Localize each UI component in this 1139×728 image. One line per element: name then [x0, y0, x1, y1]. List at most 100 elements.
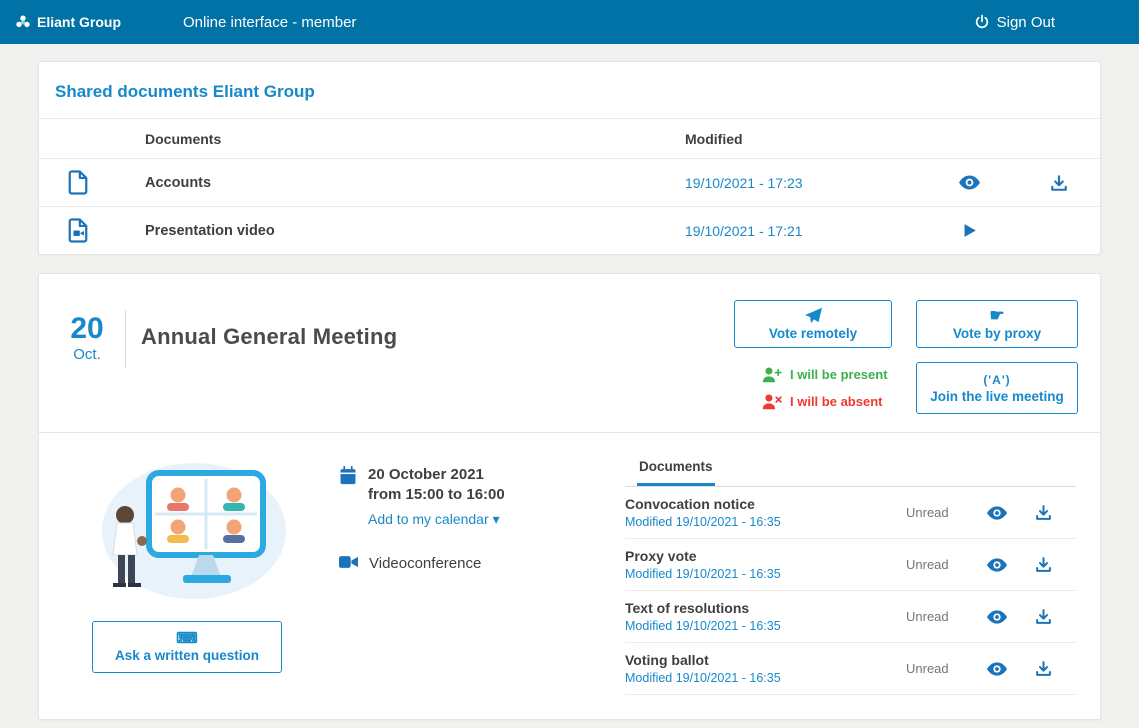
caret-down-icon: ▾ — [493, 511, 500, 528]
view-document-button[interactable] — [984, 658, 1010, 680]
column-header-modified: Modified — [685, 131, 956, 147]
status-badge: Unread — [906, 557, 984, 572]
person-add-icon — [762, 366, 782, 383]
download-document-button[interactable] — [1046, 172, 1072, 194]
pointing-hand-icon: ☛ — [989, 307, 1004, 324]
document-modified: Modified 19/10/2021 - 16:35 — [625, 567, 906, 581]
calendar-icon — [339, 466, 357, 528]
brand-name: Eliant Group — [37, 14, 121, 30]
meeting-document-row: Proxy vote Modified 19/10/2021 - 16:35 U… — [625, 539, 1076, 591]
meeting-document-row: Text of resolutions Modified 19/10/2021 … — [625, 591, 1076, 643]
shared-documents-title: Shared documents Eliant Group — [39, 62, 1100, 118]
meeting-date-month: Oct. — [63, 346, 111, 363]
status-badge: Unread — [906, 505, 984, 520]
status-badge: Unread — [906, 609, 984, 624]
tab-documents[interactable]: Documents — [637, 453, 715, 486]
meeting-actions: Vote remotely ☛ Vote by proxy I will be … — [734, 300, 1078, 414]
download-document-button[interactable] — [1030, 502, 1056, 524]
date-time-info: 20 October 2021 from 15:00 to 16:00 Add … — [339, 465, 603, 528]
view-document-button[interactable] — [984, 554, 1010, 576]
document-modified: Modified 19/10/2021 - 16:35 — [625, 515, 906, 529]
eye-icon — [987, 558, 1007, 572]
document-cell: Proxy vote Modified 19/10/2021 - 16:35 — [625, 548, 906, 581]
meeting-title: Annual General Meeting — [141, 324, 397, 414]
present-label: I will be present — [790, 367, 888, 382]
document-name: Convocation notice — [625, 496, 906, 512]
document-cell: Voting ballot Modified 19/10/2021 - 16:3… — [625, 652, 906, 685]
shared-documents-card: Shared documents Eliant Group Documents … — [38, 61, 1101, 255]
meeting-date-line: 20 October 2021 — [368, 465, 505, 485]
document-cell: Convocation notice Modified 19/10/2021 -… — [625, 496, 906, 529]
video-file-icon — [67, 217, 145, 244]
power-icon — [974, 14, 990, 30]
table-row: Presentation video 19/10/2021 - 17:21 — [39, 206, 1100, 254]
eye-icon — [987, 662, 1007, 676]
sign-out-button[interactable]: Sign Out — [974, 14, 1055, 31]
view-document-button[interactable] — [984, 606, 1010, 628]
add-to-calendar-link[interactable]: Add to my calendar ▾ — [368, 511, 500, 528]
meeting-time-line: from 15:00 to 16:00 — [368, 485, 505, 505]
join-live-meeting-button[interactable]: ('A') Join the live meeting — [916, 362, 1078, 414]
ask-written-question-button[interactable]: ⌨ Ask a written question — [92, 621, 282, 673]
person-remove-icon — [762, 393, 782, 410]
meeting-date-day: 20 — [63, 314, 111, 344]
meeting-card: 20 Oct. Annual General Meeting Vote remo… — [38, 273, 1101, 720]
eye-icon — [987, 610, 1007, 624]
vote-by-proxy-button[interactable]: ☛ Vote by proxy — [916, 300, 1078, 348]
meeting-left-column: ⌨ Ask a written question — [63, 453, 311, 695]
meeting-info-column: 20 October 2021 from 15:00 to 16:00 Add … — [311, 453, 603, 695]
i-will-be-present-option[interactable]: I will be present — [762, 366, 892, 383]
paper-plane-icon — [804, 307, 823, 324]
download-icon — [1035, 660, 1052, 677]
brand-logo-icon — [16, 15, 30, 29]
ask-question-label: Ask a written question — [115, 648, 259, 663]
document-modified: 19/10/2021 - 17:23 — [685, 175, 956, 191]
meeting-date-block: 20 Oct. — [63, 314, 111, 414]
table-row: Accounts 19/10/2021 - 17:23 — [39, 158, 1100, 206]
vote-remotely-button[interactable]: Vote remotely — [734, 300, 892, 348]
document-name: Voting ballot — [625, 652, 906, 668]
absent-label: I will be absent — [790, 394, 882, 409]
i-will-be-absent-option[interactable]: I will be absent — [762, 393, 892, 410]
document-modified: 19/10/2021 - 17:21 — [685, 223, 956, 239]
column-header-documents: Documents — [145, 131, 685, 147]
download-document-button[interactable] — [1030, 554, 1056, 576]
document-name: Presentation video — [145, 223, 685, 239]
play-icon — [961, 222, 978, 239]
meeting-header: 20 Oct. Annual General Meeting Vote remo… — [39, 274, 1100, 432]
view-document-button[interactable] — [984, 502, 1010, 524]
table-header-row: Documents Modified — [39, 118, 1100, 158]
videoconference-illustration — [87, 453, 287, 605]
brand[interactable]: Eliant Group — [16, 14, 121, 30]
vote-by-proxy-label: Vote by proxy — [953, 326, 1041, 341]
play-video-button[interactable] — [956, 220, 982, 242]
document-file-icon — [67, 169, 145, 196]
meeting-documents-panel: Documents Convocation notice Modified 19… — [625, 453, 1076, 695]
vertical-divider — [125, 310, 126, 368]
topbar: Eliant Group Online interface - member S… — [0, 0, 1139, 44]
eye-icon — [959, 175, 980, 190]
row-actions — [956, 220, 1072, 242]
presence-options: I will be present I will be absent — [734, 362, 892, 410]
add-to-calendar-label: Add to my calendar — [368, 511, 489, 527]
download-document-button[interactable] — [1030, 606, 1056, 628]
topbar-title: Online interface - member — [183, 14, 356, 31]
eye-icon — [987, 506, 1007, 520]
join-live-label: Join the live meeting — [930, 389, 1064, 404]
view-document-button[interactable] — [956, 172, 982, 194]
download-document-button[interactable] — [1030, 658, 1056, 680]
meeting-mode-label: Videoconference — [369, 555, 481, 572]
meeting-mode-info: Videoconference — [339, 554, 603, 572]
status-badge: Unread — [906, 661, 984, 676]
download-icon — [1050, 174, 1068, 192]
document-name: Text of resolutions — [625, 600, 906, 616]
document-cell: Text of resolutions Modified 19/10/2021 … — [625, 600, 906, 633]
document-name: Accounts — [145, 175, 685, 191]
meeting-document-row: Convocation notice Modified 19/10/2021 -… — [625, 487, 1076, 539]
document-modified: Modified 19/10/2021 - 16:35 — [625, 619, 906, 633]
meeting-body: ⌨ Ask a written question 20 October 2021… — [39, 433, 1100, 719]
vote-remotely-label: Vote remotely — [769, 326, 857, 341]
main-content: Shared documents Eliant Group Documents … — [0, 44, 1139, 728]
document-modified: Modified 19/10/2021 - 16:35 — [625, 671, 906, 685]
document-name: Proxy vote — [625, 548, 906, 564]
